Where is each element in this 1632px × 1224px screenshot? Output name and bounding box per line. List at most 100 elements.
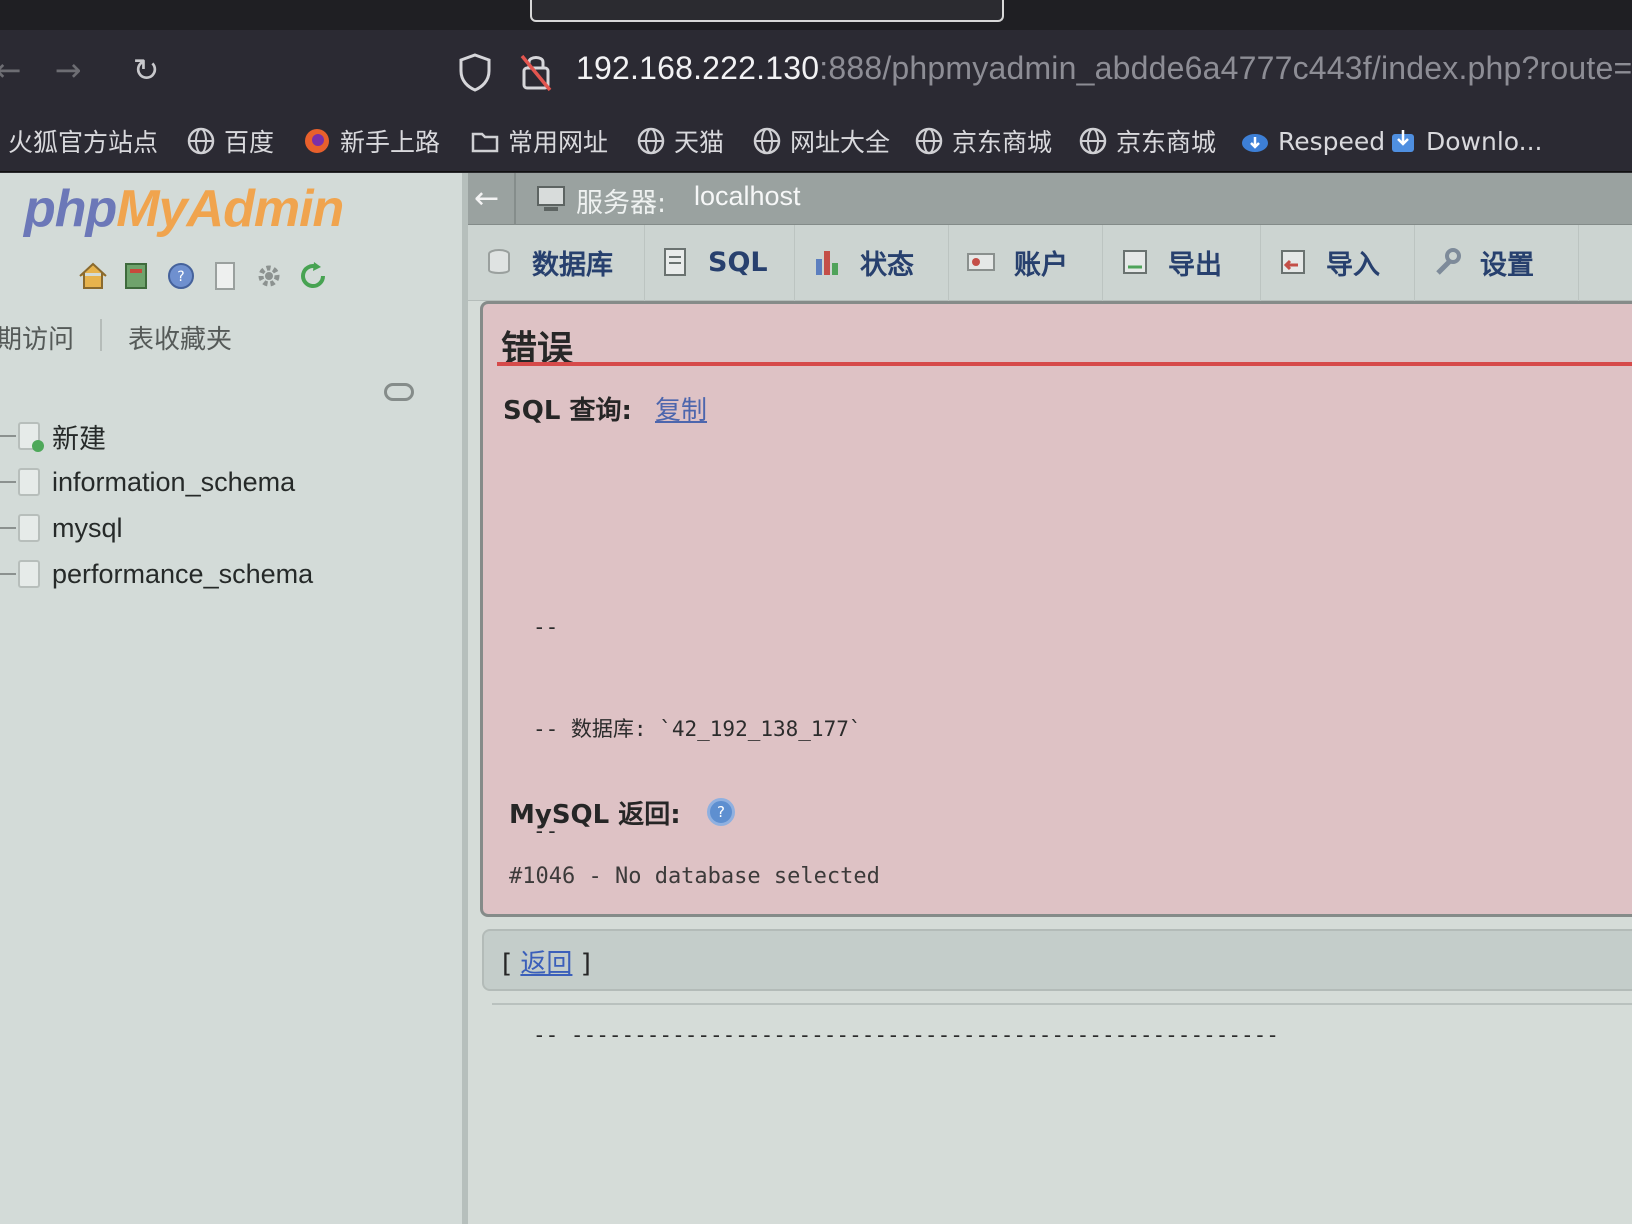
tab-strip [0, 0, 1632, 30]
globe-icon [753, 127, 781, 155]
logout-icon[interactable] [120, 259, 154, 293]
url-bar[interactable]: 192.168.222.130:888/phpmyadmin_abdde6a47… [576, 50, 1632, 87]
error-message-box: 错误 SQL 查询: 复制 -- -- 数据库: `42_192_138_177… [480, 301, 1632, 1047]
tab-status[interactable]: 状态 [810, 235, 914, 289]
tab-recent[interactable]: 期访问 [0, 319, 74, 356]
download-icon [1392, 130, 1414, 152]
tab-import[interactable]: 导入 [1276, 235, 1380, 289]
database-icon [18, 468, 40, 496]
navigation-panel: phpMyAdmin ? 期访问 表收藏夹 新建 information_sch… [0, 173, 468, 1224]
accounts-icon [967, 253, 995, 271]
sql-line: -- -------------------------------------… [533, 1023, 1279, 1047]
tree-item-label: information_schema [52, 466, 296, 497]
tree-item-label: mysql [52, 512, 123, 543]
bookmark-item[interactable]: 京东商城 [1078, 124, 1216, 158]
bookmark-item[interactable]: 天猫 [636, 124, 724, 158]
bracket-close: ] [572, 949, 591, 979]
active-tab[interactable] [530, 0, 1004, 22]
back-arrow-icon[interactable]: ← [0, 48, 30, 92]
tree-connector [0, 481, 16, 483]
database-tree: 新建 information_schema mysql performance_… [0, 413, 440, 597]
database-icon [488, 249, 510, 274]
bookmark-item[interactable]: 百度 [186, 124, 274, 158]
phpmyadmin-logo[interactable]: phpMyAdmin [24, 179, 344, 239]
tree-item-new[interactable]: 新建 [0, 413, 440, 459]
tree-item-database[interactable]: performance_schema [0, 551, 440, 597]
bookmark-label: 新手上路 [340, 128, 441, 157]
tab-accounts[interactable]: 账户 [964, 235, 1068, 289]
bookmark-item[interactable]: 京东商城 [914, 124, 1052, 158]
content-divider [492, 1003, 1632, 1005]
copy-query-link[interactable]: 复制 [655, 390, 707, 427]
recent-favorites-tabs: 期访问 表收藏夹 [0, 319, 232, 356]
bookmark-label: 天猫 [674, 128, 725, 157]
export-icon [1123, 250, 1147, 274]
help-circle-icon[interactable]: ? [164, 259, 198, 293]
link-with-main-panel-icon[interactable] [384, 383, 414, 401]
bookmark-item[interactable]: Downlo... [1388, 124, 1542, 158]
tree-connector [0, 527, 16, 529]
menu-separator [794, 225, 795, 301]
tree-item-database[interactable]: mysql [0, 505, 440, 551]
divider [514, 173, 516, 225]
database-icon [18, 514, 40, 542]
tab-export[interactable]: 导出 [1118, 235, 1222, 289]
tab-label: 数据库 [532, 249, 613, 281]
quick-icons: ? [76, 259, 330, 293]
firefox-icon [305, 129, 329, 153]
bookmark-label: 火狐官方站点 [8, 128, 159, 157]
documentation-icon[interactable] [208, 259, 242, 293]
menu-separator [1578, 225, 1579, 301]
bookmark-item[interactable]: 常用网址 [470, 124, 608, 158]
tab-favorites[interactable]: 表收藏夹 [128, 319, 232, 356]
bookmark-item[interactable]: Respeed [1240, 124, 1385, 158]
tab-label: 导出 [1168, 249, 1222, 281]
tracking-shield-icon[interactable] [458, 52, 492, 92]
reload-icon[interactable]: ↻ [124, 48, 168, 92]
mysql-returned-label: MySQL 返回: [509, 800, 681, 830]
back-link[interactable]: 返回 [520, 949, 572, 979]
server-icon [537, 186, 565, 211]
bookmark-item[interactable]: 新手上路 [302, 124, 440, 158]
menu-separator [948, 225, 949, 301]
collapse-arrow-icon[interactable]: ← [474, 181, 510, 217]
server-name-link[interactable]: localhost [694, 181, 801, 212]
insecure-lock-icon[interactable] [518, 50, 554, 94]
sql-icon [664, 248, 686, 276]
tab-databases[interactable]: 数据库 [482, 235, 613, 289]
tab-sql[interactable]: SQL [658, 235, 768, 289]
svg-text:?: ? [177, 269, 184, 285]
bookmark-item[interactable]: 网址大全 [752, 124, 890, 158]
tab-label: 导入 [1326, 249, 1380, 281]
forward-arrow-icon[interactable]: → [46, 48, 90, 92]
tab-label: 设置 [1480, 249, 1534, 281]
menu-separator [644, 225, 645, 301]
bookmark-label: 百度 [224, 128, 275, 157]
bookmark-label: Respeed [1278, 126, 1386, 156]
bookmark-item[interactable]: 火狐官方站点 [8, 124, 158, 158]
sql-line: -- 数据库: `42_192_138_177` [533, 717, 862, 741]
tree-item-database[interactable]: information_schema [0, 459, 440, 505]
tab-settings[interactable]: 设置 [1430, 235, 1534, 289]
status-chart-icon [816, 251, 838, 275]
tree-item-label: performance_schema [52, 558, 314, 589]
home-icon[interactable] [76, 259, 110, 293]
menu-separator [1102, 225, 1103, 301]
database-icon [18, 560, 40, 588]
server-label: 服务器: [576, 188, 667, 219]
refresh-icon[interactable] [296, 259, 330, 293]
tab-label: 账户 [1014, 249, 1068, 281]
bookmark-label: 京东商城 [952, 128, 1053, 157]
sql-query-code: -- -- 数据库: `42_192_138_177` -- -- ------… [533, 542, 1279, 1120]
help-icon[interactable]: ? [707, 798, 735, 826]
url-host: 192.168.222.130 [576, 50, 820, 86]
gear-icon[interactable] [252, 259, 286, 293]
sql-line: -- [533, 615, 559, 639]
url-path: :888/phpmyadmin_abdde6a4777c443f/index.p… [819, 50, 1632, 86]
back-text: [ 返回 ] [502, 943, 591, 980]
mysql-error-text: #1046 - No database selected [509, 864, 880, 889]
top-menu: 数据库 SQL 状态 账户 导出 导入 设置 [468, 225, 1632, 301]
bookmarks-toolbar: 火狐官方站点 百度 新手上路 常用网址 天猫 网址大全 京东商城 京东商城 Re… [0, 112, 1632, 172]
cloud-download-icon [1242, 134, 1268, 152]
sql-query-label: SQL 查询: [503, 396, 632, 426]
